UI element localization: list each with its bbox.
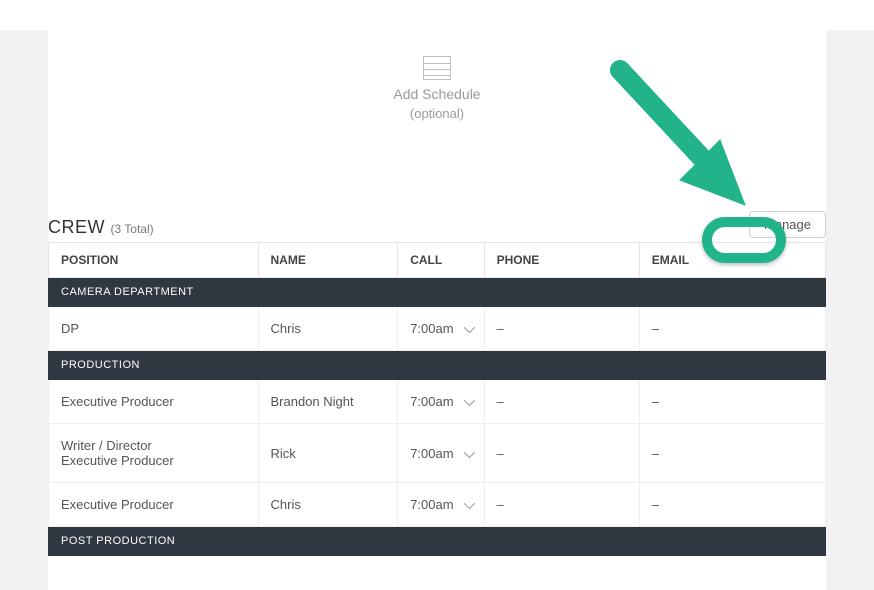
cell-name: Chris <box>258 307 398 351</box>
table-row: DPChris7:00am–– <box>49 307 826 351</box>
cell-position: Executive Producer <box>49 483 259 527</box>
table-row: Executive ProducerBrandon Night7:00am–– <box>49 380 826 424</box>
call-time-dropdown[interactable]: 7:00am <box>398 424 484 483</box>
col-email: EMAIL <box>639 243 825 278</box>
cell-phone: – <box>484 380 639 424</box>
cell-position: Executive Producer <box>49 380 259 424</box>
cell-name: Chris <box>258 483 398 527</box>
col-phone: PHONE <box>484 243 639 278</box>
cell-name: Rick <box>258 424 398 483</box>
cell-position: Writer / DirectorExecutive Producer <box>49 424 259 483</box>
crew-header: CREW (3 Total) Manage <box>48 211 826 242</box>
crew-table: POSITION NAME CALL PHONE EMAIL CAMERA DE… <box>48 242 826 556</box>
add-schedule-button[interactable]: Add Schedule (optional) <box>48 56 826 121</box>
schedule-icon <box>423 56 451 80</box>
table-row: Executive ProducerChris7:00am–– <box>49 483 826 527</box>
crew-table-header-row: POSITION NAME CALL PHONE EMAIL <box>49 243 826 278</box>
add-schedule-optional-label: (optional) <box>410 106 464 121</box>
top-bar <box>0 0 874 30</box>
crew-count: (3 Total) <box>111 222 154 236</box>
cell-email: – <box>639 380 825 424</box>
cell-phone: – <box>484 483 639 527</box>
cell-phone: – <box>484 307 639 351</box>
chevron-down-icon <box>463 446 474 457</box>
add-schedule-label: Add Schedule <box>393 86 480 102</box>
page-card: Add Schedule (optional) CREW (3 Total) M… <box>48 30 826 590</box>
col-call: CALL <box>398 243 484 278</box>
department-name: PRODUCTION <box>49 351 826 380</box>
call-time-dropdown[interactable]: 7:00am <box>398 380 484 424</box>
chevron-down-icon <box>463 498 474 509</box>
col-name: NAME <box>258 243 398 278</box>
department-header-row: CAMERA DEPARTMENT <box>49 278 826 307</box>
cell-name: Brandon Night <box>258 380 398 424</box>
cell-email: – <box>639 307 825 351</box>
call-time-dropdown[interactable]: 7:00am <box>398 483 484 527</box>
col-position: POSITION <box>49 243 259 278</box>
crew-title-text: CREW <box>48 217 105 237</box>
chevron-down-icon <box>463 395 474 406</box>
cell-position: DP <box>49 307 259 351</box>
crew-title: CREW (3 Total) <box>48 217 154 238</box>
department-header-row: PRODUCTION <box>49 351 826 380</box>
manage-button[interactable]: Manage <box>749 211 826 238</box>
chevron-down-icon <box>463 322 474 333</box>
call-time-dropdown[interactable]: 7:00am <box>398 307 484 351</box>
crew-section: CREW (3 Total) Manage POSITION NAME CALL… <box>48 211 826 556</box>
table-row: Writer / DirectorExecutive ProducerRick7… <box>49 424 826 483</box>
cell-email: – <box>639 424 825 483</box>
cell-email: – <box>639 483 825 527</box>
manage-button-label: Manage <box>764 217 811 232</box>
cell-phone: – <box>484 424 639 483</box>
department-name: CAMERA DEPARTMENT <box>49 278 826 307</box>
